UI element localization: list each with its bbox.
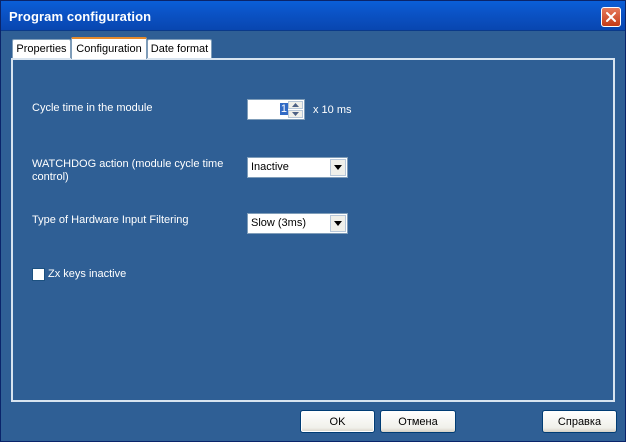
cycle-time-label: Cycle time in the module bbox=[32, 102, 153, 114]
close-button[interactable] bbox=[601, 7, 621, 27]
arrow-up-icon bbox=[292, 103, 299, 107]
ok-button[interactable]: OK bbox=[300, 410, 375, 433]
filtering-select[interactable]: Slow (3ms) bbox=[247, 213, 348, 234]
filtering-selected-value: Slow (3ms) bbox=[251, 217, 307, 229]
window-title: Program configuration bbox=[9, 9, 152, 24]
zx-keys-checkbox[interactable] bbox=[32, 268, 45, 281]
title-bar[interactable]: Program configuration bbox=[1, 1, 625, 31]
chevron-down-icon bbox=[334, 165, 342, 170]
tab-configuration[interactable]: Configuration bbox=[71, 37, 147, 59]
stepper-arrows bbox=[288, 101, 303, 118]
watchdog-label-line1: WATCHDOG action (module cycle time bbox=[32, 158, 224, 170]
stepper-down-button[interactable] bbox=[288, 110, 303, 118]
zx-keys-label[interactable]: Zx keys inactive bbox=[48, 268, 126, 280]
cycle-time-value[interactable]: 1 bbox=[250, 102, 288, 117]
watchdog-select[interactable]: Inactive bbox=[247, 157, 348, 178]
filtering-label: Type of Hardware Input Filtering bbox=[32, 214, 189, 226]
cancel-button[interactable]: Отмена bbox=[380, 410, 456, 433]
cycle-time-unit: x 10 ms bbox=[313, 104, 352, 116]
watchdog-dropdown-button[interactable] bbox=[330, 159, 346, 176]
tab-properties[interactable]: Properties bbox=[12, 39, 71, 58]
stepper-up-button[interactable] bbox=[288, 101, 303, 109]
close-icon bbox=[606, 12, 616, 22]
program-configuration-dialog: Program configuration Properties Configu… bbox=[0, 0, 626, 442]
chevron-down-icon bbox=[334, 221, 342, 226]
watchdog-selected-value: Inactive bbox=[251, 161, 289, 173]
filtering-dropdown-button[interactable] bbox=[330, 215, 346, 232]
cycle-time-stepper[interactable]: 1 bbox=[247, 99, 305, 120]
arrow-down-icon bbox=[292, 112, 299, 116]
tab-date-format[interactable]: Date format bbox=[147, 39, 212, 58]
help-button[interactable]: Справка bbox=[542, 410, 617, 433]
watchdog-label-line2: control) bbox=[32, 171, 69, 183]
